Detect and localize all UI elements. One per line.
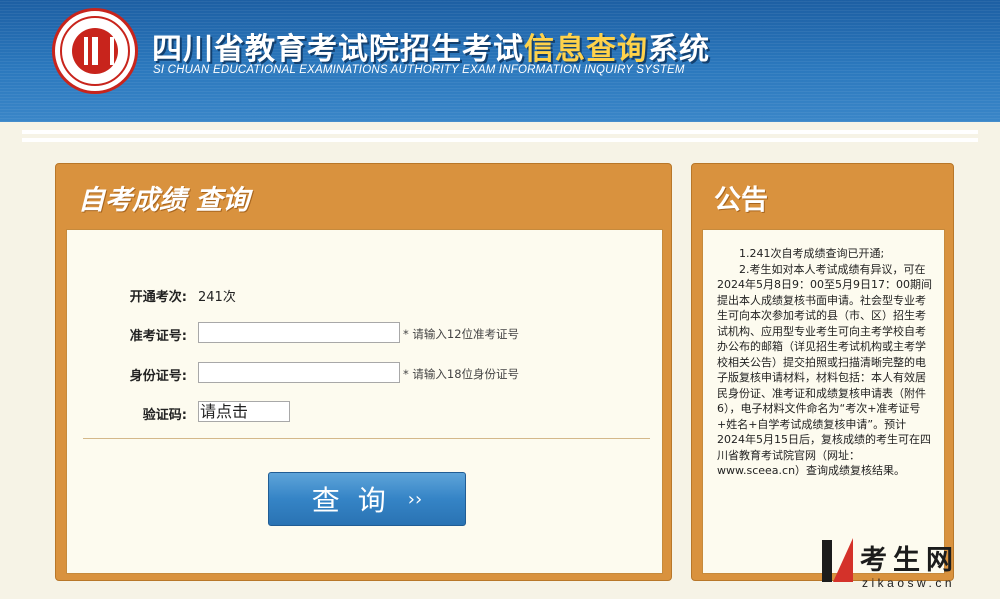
notice-title: 公告 <box>714 185 768 216</box>
session-label: 开通考次: <box>129 290 187 305</box>
ticket-label: 准考证号: <box>129 329 187 344</box>
notice-item: 2.考生如对本人考试成绩有异议，可在2024年5月8日9：00至5月9日17：0… <box>717 262 932 478</box>
captcha-label: 验证码: <box>142 408 187 423</box>
logo-emblem-icon <box>72 28 118 74</box>
header-banner: 四川省教育考试院招生考试信息查询系统 SI CHUAN EDUCATIONAL … <box>0 0 1000 122</box>
session-value: 241次 <box>198 290 236 305</box>
ticket-hint: * 请输入12位准考证号 <box>403 327 520 341</box>
double-chevron-right-icon: ›› <box>407 488 423 510</box>
notice-content: 1.241次自考成绩查询已开通; 2.考生如对本人考试成绩有异议，可在2024年… <box>702 229 945 574</box>
exam-authority-logo <box>52 8 138 94</box>
id-hint: * 请输入18位身份证号 <box>403 367 520 381</box>
page-title: 四川省教育考试院招生考试信息查询系统 <box>152 32 710 67</box>
query-form: 开通考次: 241次 准考证号: * 请输入12位准考证号 身份证号: * 请输… <box>66 229 663 574</box>
query-button-label: 查询 <box>311 484 404 517</box>
query-panel-title: 自考成绩 查询 <box>78 185 250 216</box>
ticket-number-input[interactable] <box>198 322 400 343</box>
score-query-panel: 自考成绩 查询 开通考次: 241次 准考证号: * 请输入12位准考证号 身份… <box>55 163 672 581</box>
watermark-logo: 考生网 zikaosw.cn <box>818 538 988 594</box>
page-subtitle-en: SI CHUAN EDUCATIONAL EXAMINATIONS AUTHOR… <box>153 64 685 76</box>
id-number-input[interactable] <box>198 362 400 383</box>
watermark-text: 考生网 <box>860 545 959 576</box>
notice-item: 1.241次自考成绩查询已开通; <box>739 247 885 260</box>
watermark-url: zikaosw.cn <box>862 576 956 590</box>
captcha-button[interactable]: 请点击 <box>198 401 290 422</box>
query-button[interactable]: 查询 ›› <box>268 472 466 526</box>
notice-panel: 公告 1.241次自考成绩查询已开通; 2.考生如对本人考试成绩有异议，可在20… <box>691 163 954 581</box>
form-divider <box>83 438 650 439</box>
watermark-k-icon <box>818 538 854 584</box>
id-label: 身份证号: <box>129 369 187 384</box>
divider-stripe <box>22 138 978 142</box>
divider-stripe <box>22 130 978 134</box>
